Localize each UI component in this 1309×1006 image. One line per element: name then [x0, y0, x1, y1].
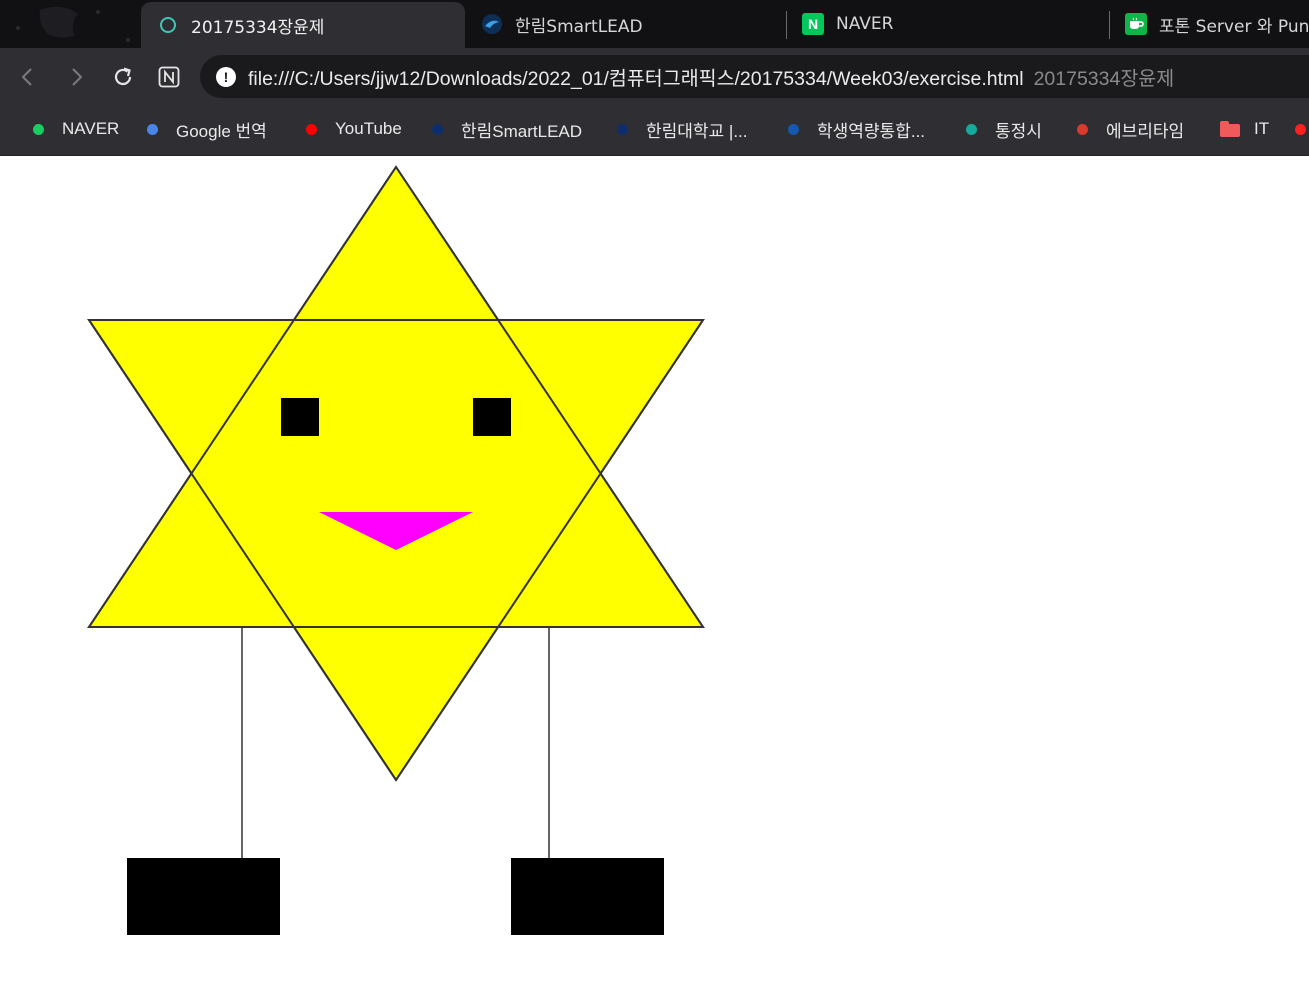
naver-n-icon: N: [802, 13, 824, 35]
browser-toolbar: ! file:///C:/Users/jjw12/Downloads/2022_…: [0, 48, 1309, 106]
bookmark-label: 한림SmartLEAD: [461, 121, 583, 141]
loading-ring-icon: [157, 14, 179, 36]
theme-decoration-icon: [16, 6, 130, 42]
smartlead-icon: [481, 13, 503, 35]
url-text: file:///C:/Users/jjw12/Downloads/2022_01…: [248, 68, 1024, 90]
tab-strip: 20175334장윤제 한림SmartLEAD N NAVER 포톤 Serve…: [0, 0, 1309, 48]
bookmark-label: IT: [1254, 119, 1270, 138]
tab-photon-server[interactable]: 포톤 Server 와 Pun: [1109, 0, 1309, 48]
bookmark-tongjeongsi[interactable]: 통정시: [966, 106, 1042, 152]
bookmark-favicon-icon: [1295, 123, 1306, 135]
bookmark-favicon-icon: [1077, 123, 1088, 135]
left-eye: [281, 398, 319, 436]
bookmark-hallym-univ[interactable]: 한림대학교 |...: [617, 106, 748, 152]
bookmark-favicon-icon: [432, 123, 443, 135]
bookmark-label: 학생역량통합...: [817, 121, 926, 141]
info-icon[interactable]: !: [216, 66, 236, 87]
bookmark-favicon-icon: [617, 123, 628, 135]
bookmark-label: 통정시: [995, 121, 1042, 141]
bookmark-folder-it[interactable]: IT: [1220, 106, 1269, 152]
right-foot: [511, 858, 664, 935]
bookmark-label: Google 번역: [176, 121, 267, 141]
bookmark-favicon-icon: [966, 123, 977, 135]
tab-title: 포톤 Server 와 Pun: [1159, 16, 1309, 37]
forward-button[interactable]: [60, 61, 92, 93]
bookmark-favicon-icon: [33, 123, 44, 135]
bookmark-naver[interactable]: NAVER: [33, 106, 119, 152]
tab-naver[interactable]: N NAVER: [786, 0, 1108, 48]
bookmark-favicon-icon: [788, 123, 799, 135]
webgl-canvas: [87, 165, 705, 935]
tab-title: 20175334장윤제: [191, 17, 325, 38]
bookmark-overflow[interactable]: [1295, 106, 1309, 152]
bookmarks-bar: NAVER Google 번역 YouTube 한림SmartLEAD 한림대학…: [0, 106, 1309, 156]
left-foot: [127, 858, 280, 935]
reload-button[interactable]: [107, 61, 139, 93]
notion-icon: [158, 66, 180, 88]
folder-icon: [1220, 121, 1240, 137]
bookmark-smartlead[interactable]: 한림SmartLEAD: [432, 106, 582, 152]
address-bar[interactable]: ! file:///C:/Users/jjw12/Downloads/2022_…: [200, 55, 1309, 98]
bookmark-label: YouTube: [335, 119, 402, 138]
tab-smartlead[interactable]: 한림SmartLEAD: [465, 0, 785, 48]
cafe-cup-icon: [1125, 13, 1147, 35]
tab-title: 한림SmartLEAD: [515, 16, 643, 37]
tab-title: NAVER: [836, 14, 894, 34]
bookmark-student-competency[interactable]: 학생역량통합...: [788, 106, 925, 152]
bookmark-youtube[interactable]: YouTube: [306, 106, 402, 152]
bookmark-google-translate[interactable]: Google 번역: [147, 106, 267, 152]
bookmark-label: NAVER: [62, 119, 120, 138]
forward-arrow-icon: [72, 68, 83, 86]
bookmark-label: 에브리타임: [1106, 121, 1185, 141]
bookmark-favicon-icon: [147, 123, 158, 135]
notion-extension-button[interactable]: [153, 61, 185, 93]
tab-active-exercise[interactable]: 20175334장윤제: [141, 2, 465, 48]
bookmark-favicon-icon: [306, 123, 317, 135]
bookmark-everytime[interactable]: 에브리타임: [1077, 106, 1184, 152]
right-eye: [473, 398, 511, 436]
url-page-title: 20175334장윤제: [1033, 68, 1175, 90]
back-button[interactable]: [12, 61, 44, 93]
reload-icon: [114, 67, 132, 86]
bookmark-label: 한림대학교 |...: [646, 121, 748, 141]
back-arrow-icon: [21, 68, 32, 86]
